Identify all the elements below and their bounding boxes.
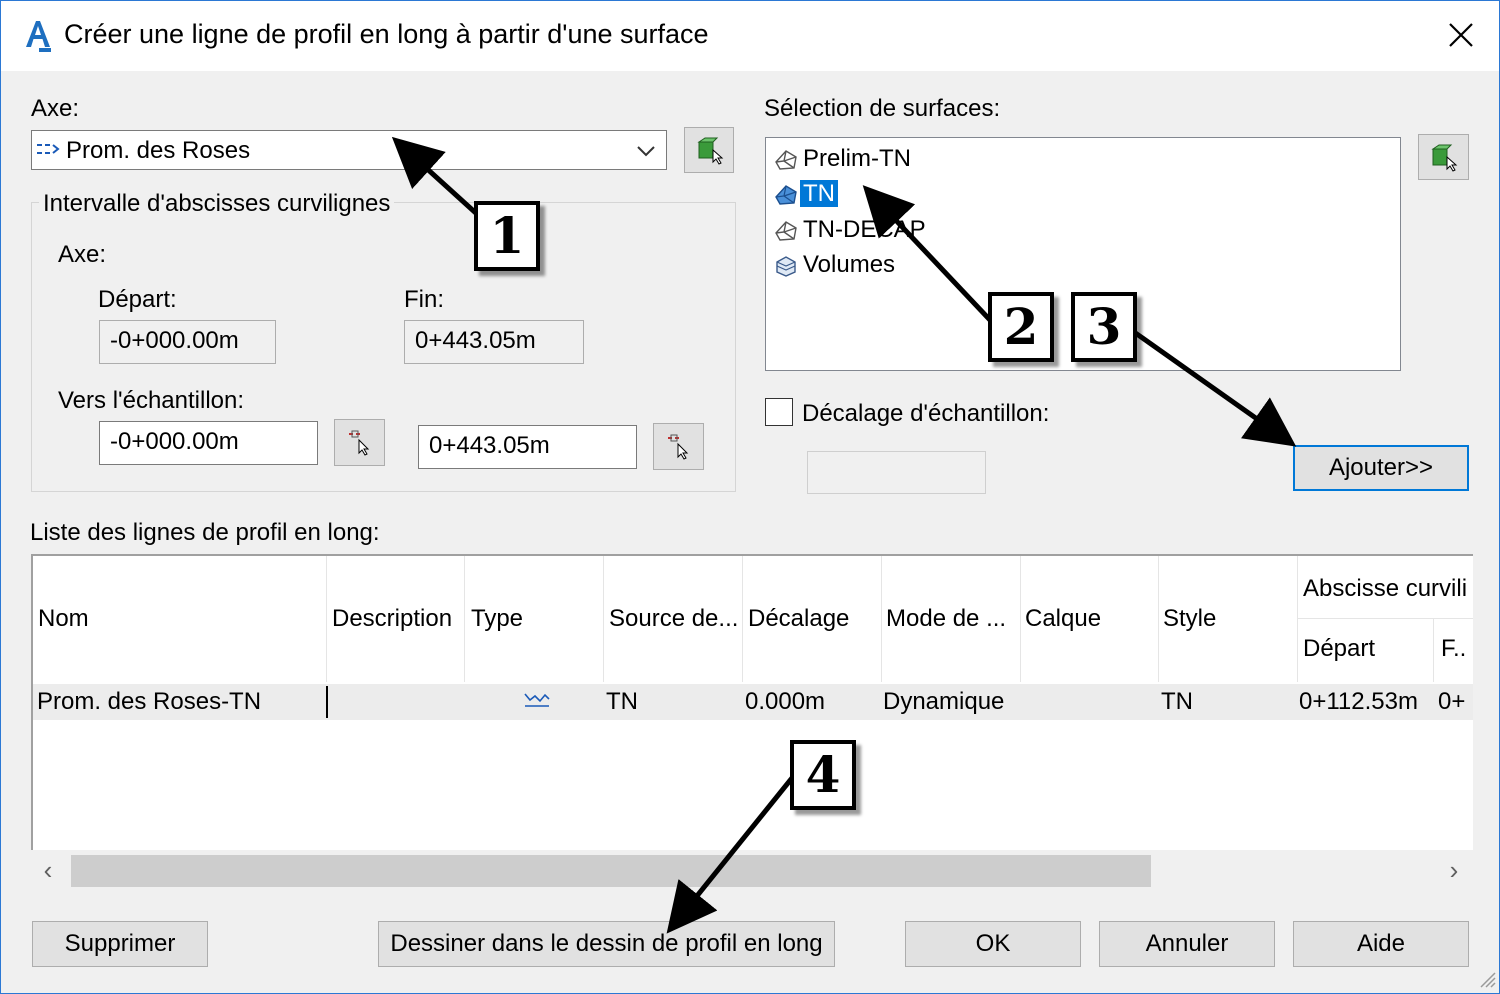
end-station-field: 0+443.05m [404,320,584,364]
scroll-left-icon[interactable]: ‹ [33,855,63,886]
add-button[interactable]: Ajouter>> [1293,445,1469,491]
cancel-button[interactable]: Annuler [1099,921,1275,967]
station-range-label: Intervalle d'abscisses curvilignes [39,190,395,218]
callout-3: 3 [1071,292,1137,362]
scroll-right-icon[interactable]: › [1439,855,1469,886]
surface-item-prelim-tn[interactable]: Prelim-TN [774,143,914,175]
surface-selection-label: Sélection de surfaces: [764,95,1001,122]
column-header-style[interactable]: Style [1163,605,1216,633]
table-row[interactable]: Prom. des Roses-TN TN 0.000m Dynamique T… [33,684,1473,720]
column-header-type[interactable]: Type [471,605,523,633]
horizontal-scrollbar[interactable]: ‹ › [31,851,1473,891]
pick-from-drawing-icon [697,137,724,165]
column-header-source[interactable]: Source de... [609,605,738,633]
callout-1: 1 [474,201,540,271]
column-header-start[interactable]: Départ [1303,635,1375,663]
help-button[interactable]: Aide [1293,921,1469,967]
close-icon[interactable] [1441,15,1481,55]
station-axis-label: Axe: [58,241,107,268]
column-header-name[interactable]: Nom [38,605,89,633]
column-header-station-group: Abscisse curvili [1303,575,1468,602]
callout-4: 4 [790,740,856,810]
sample-end-input[interactable]: 0+443.05m [418,425,637,469]
cell-offset[interactable]: 0.000m [745,684,825,720]
title-bar: Créer une ligne de profil en long à part… [1,1,1499,71]
profile-type-icon [524,693,550,707]
alignment-label: Axe: [31,95,80,122]
pick-from-drawing-icon [1431,144,1458,172]
resize-grip-icon[interactable] [1477,969,1497,989]
alignment-icon [37,144,60,154]
create-profile-dialog: Créer une ligne de profil en long à part… [0,0,1500,994]
start-station-field: -0+000.00m [99,320,276,364]
pick-surface-button[interactable] [1418,134,1469,180]
surface-icon [775,149,797,170]
chevron-down-icon [637,146,655,157]
sample-offset-checkbox[interactable] [765,398,793,426]
pick-station-icon [668,434,689,460]
column-header-layer[interactable]: Calque [1025,605,1101,633]
draw-in-profile-view-button[interactable]: Dessiner dans le dessin de profil en lon… [378,921,835,967]
surface-item-volumes[interactable]: Volumes [774,249,898,281]
sample-start-input[interactable]: -0+000.00m [99,421,318,465]
cell-style[interactable]: TN [1161,684,1193,720]
start-label: Départ: [98,286,177,313]
surface-item-tn-decap[interactable]: TN-DECAP [774,214,929,246]
alignment-select[interactable]: Prom. des Roses [31,130,667,170]
end-label: Fin: [404,286,445,313]
cell-source[interactable]: TN [606,684,638,720]
text-cursor [326,686,328,718]
app-logo-icon [26,21,51,52]
column-header-mode[interactable]: Mode de ... [886,605,1006,633]
cell-end[interactable]: 0+ [1438,684,1465,720]
sample-label: Vers l'échantillon: [58,387,245,414]
surface-item-tn[interactable]: TN [774,178,838,210]
surface-icon [775,184,797,205]
pick-alignment-button[interactable] [684,127,734,173]
pick-sample-end-button[interactable] [653,423,704,470]
surface-icon [775,220,797,241]
scrollbar-thumb[interactable] [71,855,1151,887]
sample-offset-label: Décalage d'échantillon: [802,400,1050,427]
delete-button[interactable]: Supprimer [32,921,208,967]
pick-sample-start-button[interactable] [334,419,385,466]
profile-list-grid[interactable]: Nom Description Type Source de... Décala… [31,554,1473,850]
cell-name[interactable]: Prom. des Roses-TN [37,684,261,720]
pick-station-icon [349,430,370,456]
column-header-end[interactable]: F.. [1441,635,1466,663]
ok-button[interactable]: OK [905,921,1081,967]
sample-offset-input[interactable] [807,451,986,494]
profile-list-label: Liste des lignes de profil en long: [30,519,380,546]
alignment-value: Prom. des Roses [66,137,251,164]
cell-start[interactable]: 0+112.53m [1299,684,1418,720]
callout-2: 2 [988,292,1054,362]
window-title: Créer une ligne de profil en long à part… [64,19,709,49]
column-header-description[interactable]: Description [332,605,452,633]
column-header-offset[interactable]: Décalage [748,605,849,633]
cell-mode[interactable]: Dynamique [883,684,1004,720]
volume-surface-icon [776,255,796,277]
